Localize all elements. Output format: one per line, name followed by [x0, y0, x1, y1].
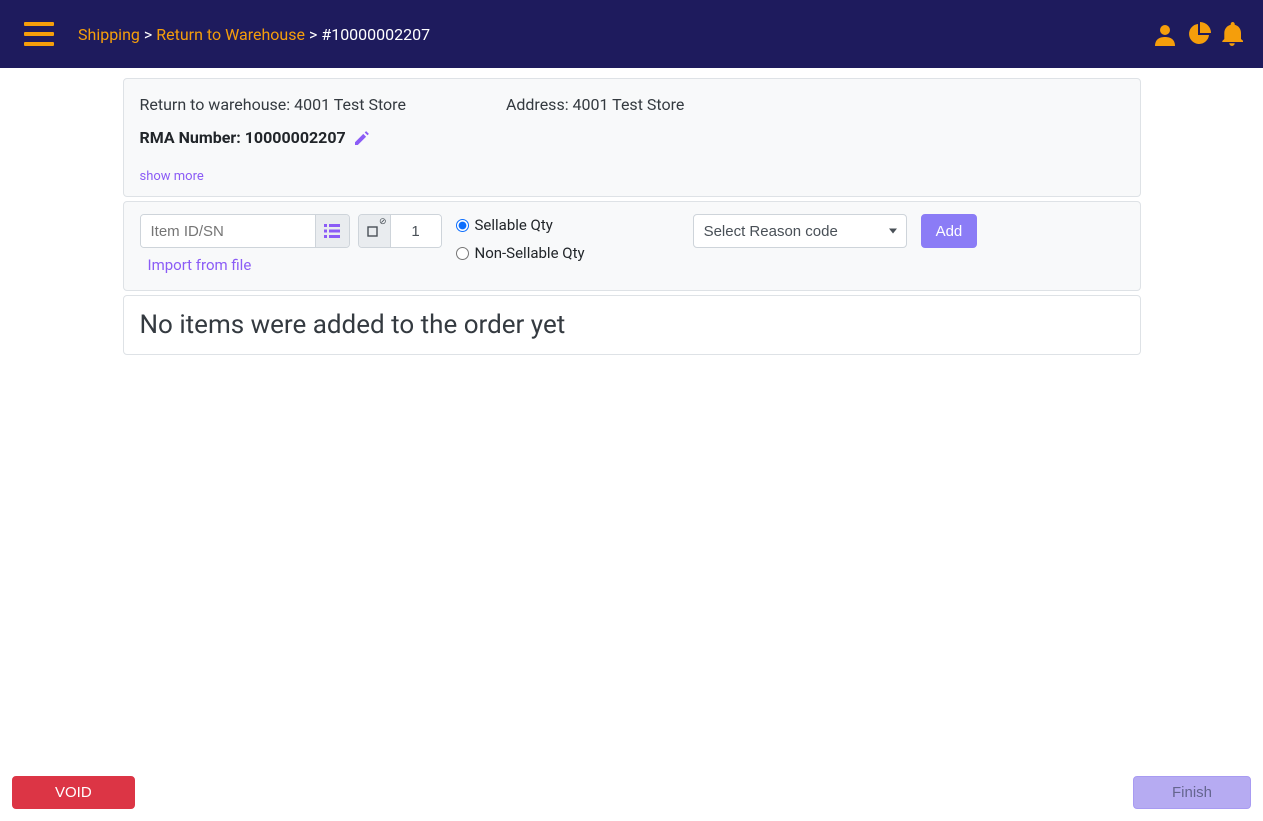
- add-button[interactable]: Add: [921, 214, 978, 248]
- user-icon[interactable]: [1153, 22, 1177, 46]
- import-from-file-link[interactable]: Import from file: [148, 256, 442, 274]
- input-card: ⊘ Import from file Sellable Qty Non-Sell…: [123, 201, 1141, 291]
- qty-group: ⊘: [358, 214, 442, 248]
- menu-icon[interactable]: [24, 22, 54, 46]
- void-button[interactable]: VOID: [12, 776, 135, 809]
- bell-icon[interactable]: [1221, 22, 1243, 46]
- show-more-link[interactable]: show more: [140, 169, 204, 184]
- app-header: Shipping > Return to Warehouse > #100000…: [0, 0, 1263, 68]
- edit-icon[interactable]: [354, 130, 370, 146]
- main-container: Return to warehouse: 4001 Test Store Add…: [123, 78, 1141, 355]
- breadcrumb-return-warehouse[interactable]: Return to Warehouse: [156, 25, 305, 44]
- nonsellable-radio-input[interactable]: [456, 247, 469, 260]
- breadcrumb-separator: >: [144, 25, 152, 44]
- list-icon[interactable]: [315, 215, 349, 247]
- sellable-radio-input[interactable]: [456, 219, 469, 232]
- qty-type-radios: Sellable Qty Non-Sellable Qty: [456, 216, 585, 262]
- reason-code-select[interactable]: Select Reason code: [693, 214, 907, 248]
- header-icons: [1153, 22, 1243, 46]
- qty-input[interactable]: [391, 215, 441, 247]
- empty-state: No items were added to the order yet: [123, 295, 1141, 355]
- info-row: Return to warehouse: 4001 Test Store Add…: [140, 95, 1124, 114]
- empty-message: No items were added to the order yet: [140, 310, 566, 340]
- breadcrumb-separator: >: [309, 25, 317, 44]
- finish-button[interactable]: Finish: [1133, 776, 1251, 809]
- return-warehouse-text: Return to warehouse: 4001 Test Store: [140, 95, 406, 114]
- breadcrumb-current: #10000002207: [321, 25, 430, 44]
- footer-actions: VOID Finish: [12, 776, 1251, 809]
- info-card: Return to warehouse: 4001 Test Store Add…: [123, 78, 1141, 197]
- item-id-group: [140, 214, 350, 248]
- sellable-radio-label: Sellable Qty: [475, 216, 553, 234]
- rma-number: RMA Number: 10000002207: [140, 128, 1124, 147]
- scan-icon[interactable]: ⊘: [359, 215, 391, 247]
- breadcrumb-shipping[interactable]: Shipping: [78, 25, 140, 44]
- reason-select-wrap: Select Reason code: [693, 214, 907, 248]
- sellable-qty-radio[interactable]: Sellable Qty: [456, 216, 585, 234]
- nonsellable-qty-radio[interactable]: Non-Sellable Qty: [456, 244, 585, 262]
- breadcrumb: Shipping > Return to Warehouse > #100000…: [78, 25, 430, 44]
- address-text: Address: 4001 Test Store: [506, 95, 684, 114]
- nonsellable-radio-label: Non-Sellable Qty: [475, 244, 585, 262]
- item-id-input[interactable]: [141, 215, 315, 247]
- chart-pie-icon[interactable]: [1187, 22, 1211, 46]
